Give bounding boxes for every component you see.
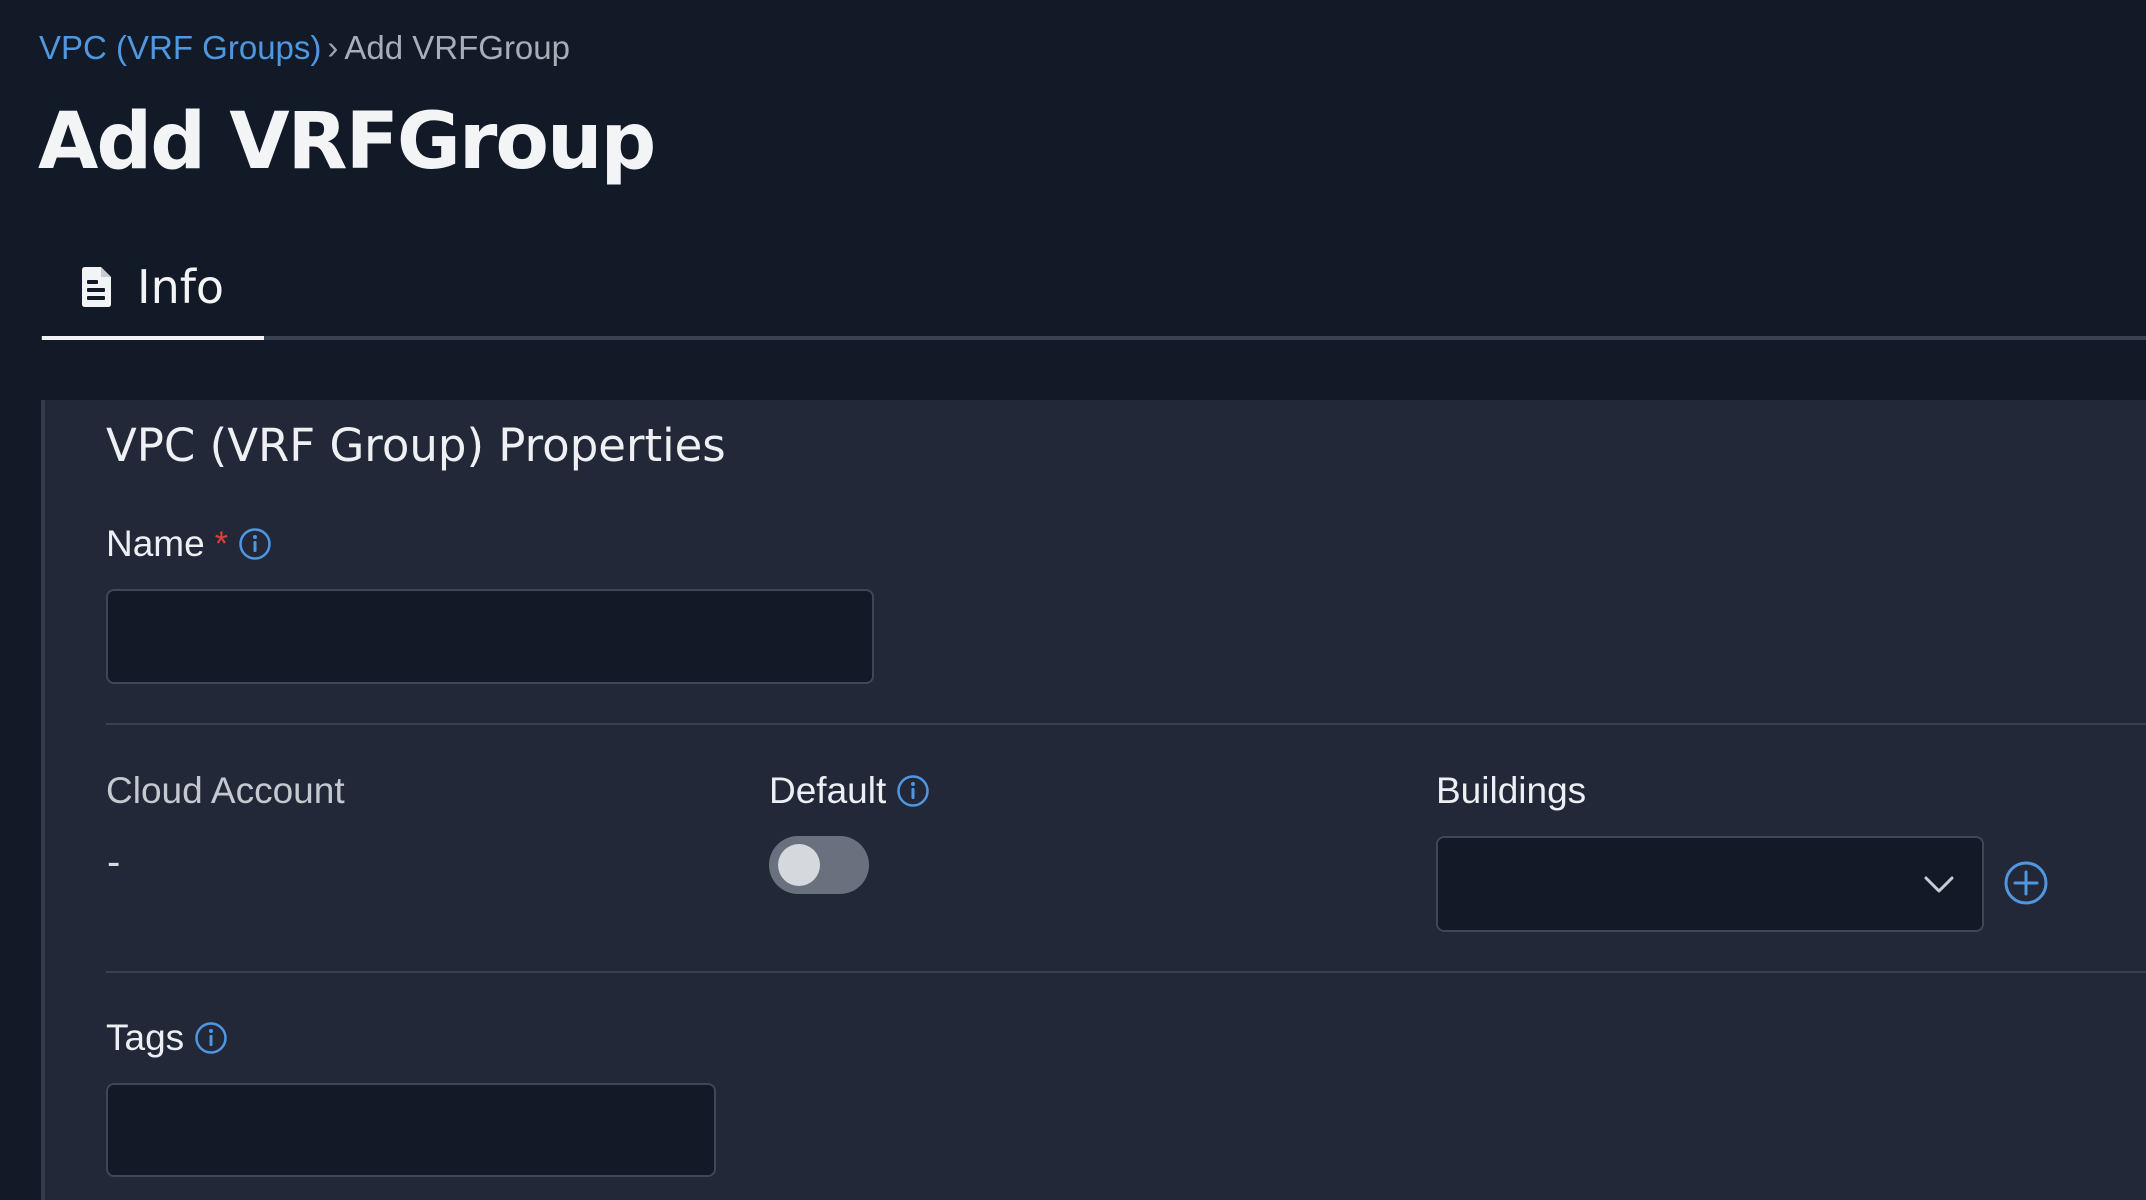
- name-label: Name: [106, 523, 205, 564]
- tab-info[interactable]: Info: [42, 250, 264, 340]
- required-marker: *: [214, 525, 228, 563]
- tags-field-label: Tags: [106, 1016, 228, 1060]
- breadcrumb-link-vpc-groups[interactable]: VPC (VRF Groups): [39, 29, 321, 66]
- tags-label: Tags: [106, 1017, 185, 1058]
- document-icon: [82, 267, 111, 307]
- properties-panel: VPC (VRF Group) Properties Name * Cloud …: [41, 400, 2146, 1200]
- name-input[interactable]: [106, 589, 874, 684]
- section-divider: [106, 723, 2146, 725]
- info-icon[interactable]: [896, 774, 930, 808]
- buildings-label: Buildings: [1436, 770, 1587, 811]
- tags-input[interactable]: [106, 1083, 716, 1177]
- cloud-account-field-label: Cloud Account: [106, 769, 345, 813]
- cloud-account-value: -: [107, 840, 121, 884]
- add-building-button[interactable]: [2003, 860, 2049, 906]
- info-icon[interactable]: [194, 1021, 228, 1055]
- tab-info-label: Info: [137, 260, 225, 314]
- section-title: VPC (VRF Group) Properties: [106, 419, 726, 472]
- name-field-label: Name *: [106, 522, 272, 566]
- page-title: Add VRFGroup: [38, 97, 656, 187]
- buildings-field-label: Buildings: [1436, 769, 1586, 813]
- default-label: Default: [769, 770, 887, 811]
- cloud-account-label: Cloud Account: [106, 770, 345, 811]
- breadcrumb-separator: ›: [327, 29, 339, 66]
- breadcrumb-current: Add VRFGroup: [344, 29, 570, 66]
- buildings-select[interactable]: [1436, 836, 1984, 932]
- tab-strip-underline: [41, 336, 2146, 340]
- section-divider: [106, 971, 2146, 973]
- default-field-label: Default: [769, 769, 930, 813]
- default-toggle[interactable]: [769, 836, 869, 894]
- info-icon[interactable]: [238, 527, 272, 561]
- toggle-knob: [778, 844, 820, 886]
- breadcrumb: VPC (VRF Groups) › Add VRFGroup: [39, 28, 570, 68]
- chevron-down-icon: [1924, 876, 1954, 893]
